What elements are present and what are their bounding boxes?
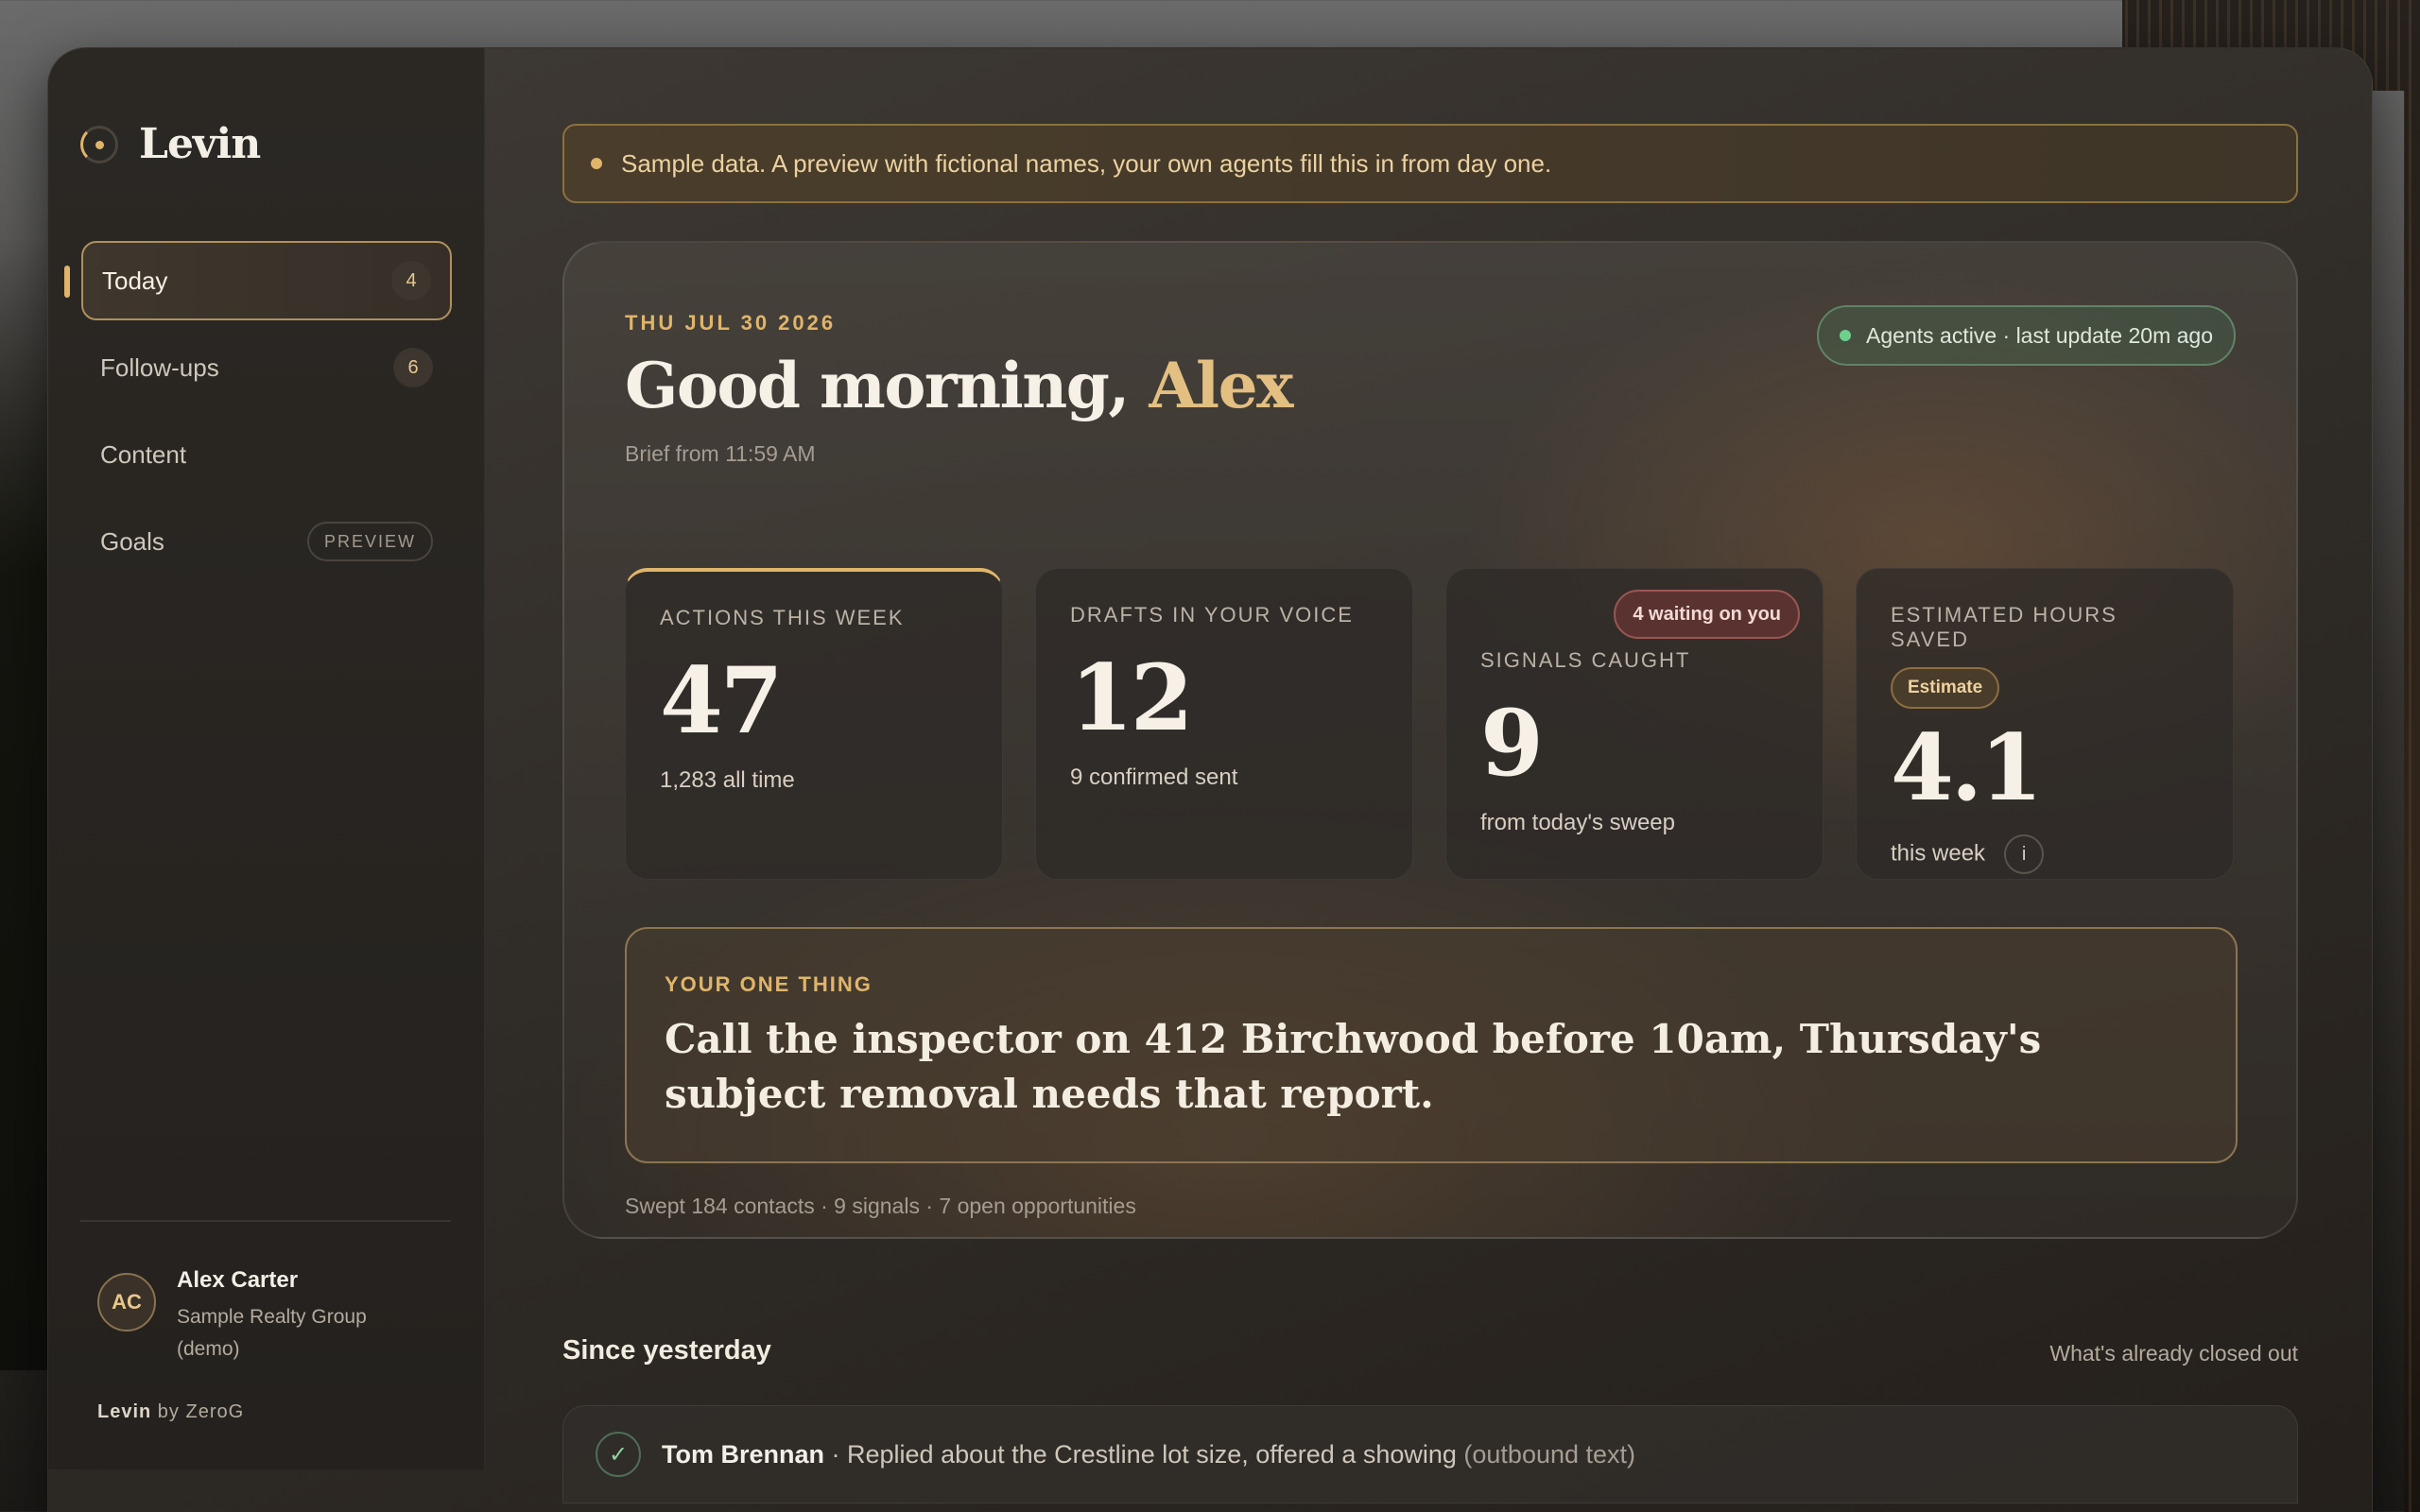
- user-name: Alex Carter: [177, 1267, 299, 1293]
- daily-brief-card: THU JUL 30 2026 Good morning, Alex Brief…: [562, 241, 2298, 1239]
- sidebar-item-today[interactable]: Today 4: [64, 241, 452, 320]
- count-badge: 4: [391, 261, 431, 301]
- stat-value: 47: [660, 647, 784, 754]
- stat-card-drafts[interactable]: DRAFTS IN YOUR VOICE 12 9 confirmed sent: [1035, 568, 1413, 880]
- sidebar: Levin Today 4 Follow-ups 6 Content Goals…: [48, 48, 485, 1469]
- stats-row: ACTIONS THIS WEEK 47 1,283 all time DRAF…: [625, 568, 2234, 880]
- stat-label: DRAFTS IN YOUR VOICE: [1070, 603, 1354, 627]
- stat-value: 9: [1480, 690, 1544, 797]
- activity-channel: (outbound text): [1463, 1439, 1636, 1469]
- stat-value: 12: [1070, 644, 1194, 751]
- sidebar-divider: [80, 1220, 451, 1222]
- sample-data-notice: Sample data. A preview with fictional na…: [562, 124, 2298, 203]
- app-window: Levin Today 4 Follow-ups 6 Content Goals…: [47, 47, 2373, 1512]
- sidebar-item-label: Content: [100, 439, 187, 469]
- info-icon[interactable]: i: [2004, 834, 2045, 874]
- stat-value: 4.1: [1891, 714, 2043, 821]
- user-org: Sample Realty Group (demo): [177, 1306, 367, 1360]
- stat-label: ESTIMATED HOURS SAVED: [1891, 603, 2118, 651]
- sidebar-nav: Today 4 Follow-ups 6 Content Goals PREVI…: [64, 241, 452, 589]
- waiting-badge[interactable]: 4 waiting on you: [1614, 590, 1800, 639]
- closed-out-link[interactable]: What's already closed out: [2049, 1341, 2298, 1366]
- notice-text: Sample data. A preview with fictional na…: [621, 148, 1552, 178]
- preview-badge: PREVIEW: [306, 522, 433, 561]
- stat-card-signals[interactable]: 4 waiting on you SIGNALS CAUGHT 9 from t…: [1445, 568, 1824, 880]
- count-badge: 6: [393, 348, 433, 387]
- estimate-badge: Estimate: [1891, 667, 2000, 709]
- avatar: AC: [97, 1273, 156, 1332]
- stat-label: ACTIONS THIS WEEK: [660, 606, 905, 629]
- check-icon: ✓: [596, 1432, 641, 1477]
- activity-text: · Replied about the Crestline lot size, …: [824, 1439, 1464, 1469]
- user-profile[interactable]: AC Alex Carter Sample Realty Group (demo…: [97, 1267, 385, 1366]
- sidebar-item-label: Goals: [100, 526, 164, 556]
- sidebar-item-goals[interactable]: Goals PREVIEW: [81, 502, 452, 581]
- byline-brand: Levin: [97, 1401, 152, 1422]
- stat-note-row: this week i: [1891, 834, 2199, 874]
- sidebar-item-label: Today: [102, 266, 168, 295]
- stat-note: this week: [1891, 840, 1986, 867]
- section-title: Since yesterday: [562, 1335, 771, 1366]
- status-text: Agents active · last update 20m ago: [1866, 322, 2213, 348]
- byline: Levin by ZeroG: [97, 1401, 244, 1423]
- sidebar-item-content[interactable]: Content: [81, 415, 452, 494]
- stat-note: from today's sweep: [1480, 810, 1676, 835]
- page-title: Good morning, Alex: [625, 349, 1293, 422]
- brief-date: THU JUL 30 2026: [625, 311, 837, 335]
- status-dot-icon: [1840, 330, 1852, 341]
- one-thing-text: Call the inspector on 412 Birchwood befo…: [665, 1016, 2042, 1117]
- one-thing-label: YOUR ONE THING: [665, 972, 873, 996]
- stat-card-actions[interactable]: ACTIONS THIS WEEK 47 1,283 all time: [625, 568, 1003, 880]
- stat-label: SIGNALS CAUGHT: [1480, 648, 1691, 672]
- stat-note: 9 confirmed sent: [1070, 765, 1238, 790]
- stat-card-hours-saved[interactable]: ESTIMATED HOURS SAVED Estimate 4.1 this …: [1856, 568, 2234, 880]
- sidebar-item-follow-ups[interactable]: Follow-ups 6: [81, 328, 452, 407]
- stat-note: 1,283 all time: [660, 767, 795, 793]
- byline-by: by ZeroG: [151, 1401, 245, 1422]
- brief-time: Brief from 11:59 AM: [625, 441, 816, 466]
- app-name: Levin: [139, 120, 261, 168]
- agents-status-badge: Agents active · last update 20m ago: [1817, 305, 2236, 366]
- logo-mark-icon: [80, 125, 118, 163]
- sweep-summary: Swept 184 contacts · 9 signals · 7 open …: [625, 1194, 1136, 1218]
- sidebar-item-label: Follow-ups: [100, 352, 219, 382]
- main-content: Sample data. A preview with fictional na…: [485, 48, 2372, 1512]
- greeting-name: Alex: [1149, 349, 1293, 422]
- logo[interactable]: Levin: [80, 120, 261, 168]
- notice-dot-icon: [591, 158, 602, 169]
- greeting-text: Good morning,: [625, 349, 1150, 422]
- list-item[interactable]: ✓ Tom Brennan · Replied about the Crestl…: [562, 1405, 2298, 1503]
- contact-name: Tom Brennan: [662, 1439, 825, 1469]
- one-thing-card[interactable]: YOUR ONE THING Call the inspector on 412…: [625, 927, 2238, 1163]
